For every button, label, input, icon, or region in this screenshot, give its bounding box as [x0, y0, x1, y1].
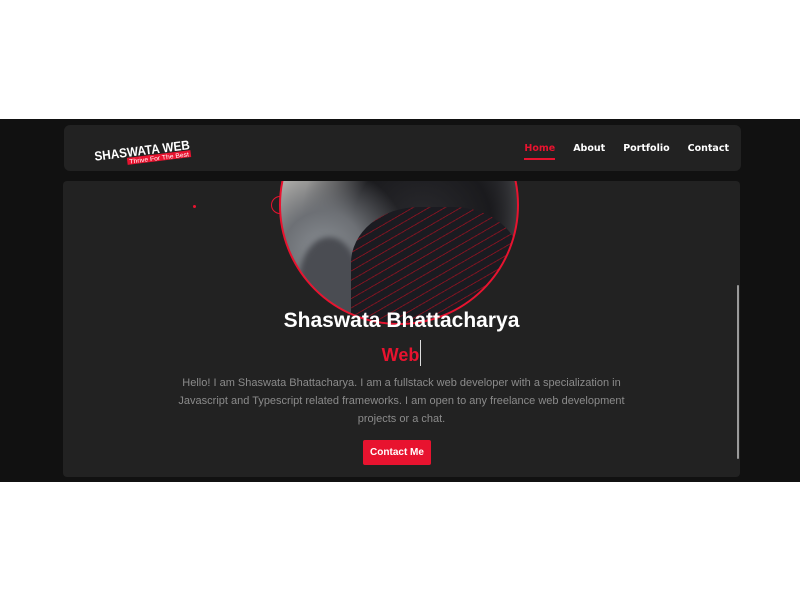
nav-contact[interactable]: Contact [688, 143, 729, 154]
logo-graphic: SHASWATA WEB Thrive For The Best [94, 137, 192, 165]
profile-bio: Hello! I am Shaswata Bhattacharya. I am … [178, 377, 625, 425]
navbar: SHASWATA WEB Thrive For The Best Home Ab… [64, 125, 741, 171]
hero-section: Shaswata Bhattacharya Web Hello! I am Sh… [63, 181, 740, 477]
typed-role-text: Web [381, 344, 420, 365]
profile-photo [279, 181, 519, 325]
nav-home[interactable]: Home [524, 143, 555, 160]
browser-viewport: SHASWATA WEB Thrive For The Best Home Ab… [0, 119, 800, 482]
contact-me-button[interactable]: Contact Me [363, 440, 431, 465]
scrollbar[interactable] [737, 285, 739, 459]
decorative-dot [193, 205, 196, 208]
main-nav: Home About Portfolio Contact [506, 125, 729, 171]
site-logo[interactable]: SHASWATA WEB Thrive For The Best [92, 135, 197, 165]
typed-role: Web [63, 340, 740, 369]
typing-cursor [420, 340, 422, 366]
nav-about[interactable]: About [573, 143, 605, 154]
photo-jacket [351, 207, 517, 323]
nav-portfolio[interactable]: Portfolio [623, 143, 669, 154]
profile-name: Shaswata Bhattacharya [283, 309, 520, 332]
